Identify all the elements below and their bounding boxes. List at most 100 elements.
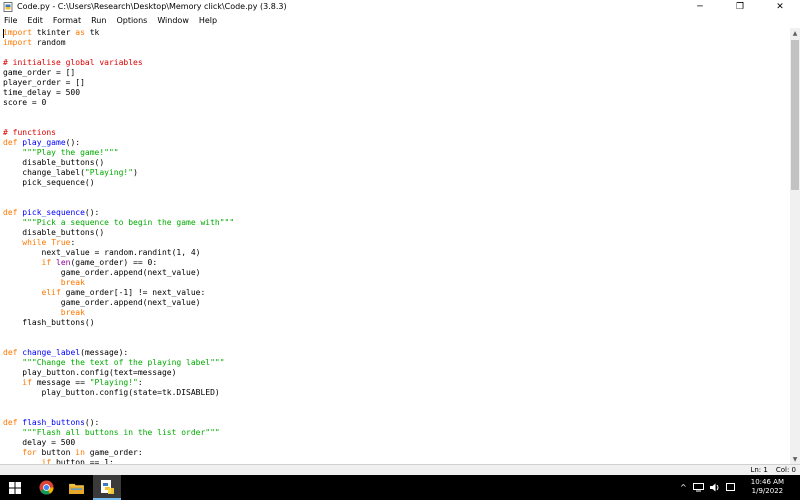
python-idle-icon[interactable]: [93, 475, 121, 500]
code-token: next_value = random.randint(1, 4): [3, 248, 201, 257]
code-line[interactable]: disable_buttons(): [3, 158, 234, 168]
network-icon[interactable]: [692, 483, 704, 492]
code-token: tkinter: [31, 28, 76, 37]
menu-format[interactable]: Format: [48, 16, 86, 25]
close-button[interactable]: ✕: [760, 0, 800, 13]
code-token: tk: [84, 28, 100, 37]
code-token: in: [75, 448, 85, 457]
code-line[interactable]: if message == "Playing!":: [3, 378, 234, 388]
code-token: elif: [41, 288, 61, 297]
code-line[interactable]: break: [3, 308, 234, 318]
notification-icon[interactable]: [725, 483, 735, 492]
code-line[interactable]: def flash_buttons():: [3, 418, 234, 428]
code-line[interactable]: [3, 198, 234, 208]
minimize-button[interactable]: ─: [680, 0, 720, 13]
scrollbar-thumb[interactable]: [791, 40, 799, 190]
code-token: break: [60, 278, 85, 287]
code-line[interactable]: elif game_order[-1] != next_value:: [3, 288, 234, 298]
code-line[interactable]: play_button.config(state=tk.DISABLED): [3, 388, 234, 398]
code-line[interactable]: def play_game():: [3, 138, 234, 148]
code-line[interactable]: [3, 108, 234, 118]
code-token: for: [22, 448, 37, 457]
menu-edit[interactable]: Edit: [22, 16, 48, 25]
clock-time: 10:46 AM: [750, 478, 784, 486]
code-line[interactable]: # initialise global variables: [3, 58, 234, 68]
code-line[interactable]: """Pick a sequence to begin the game wit…: [3, 218, 234, 228]
code-line[interactable]: play_button.config(text=message): [3, 368, 234, 378]
code-token: pick_sequence(): [3, 178, 95, 187]
code-line[interactable]: delay = 500: [3, 438, 234, 448]
code-line[interactable]: # functions: [3, 128, 234, 138]
code-line[interactable]: """Flash all buttons in the list order""…: [3, 428, 234, 438]
code-line[interactable]: if len(game_order) == 0:: [3, 258, 234, 268]
code-token: as: [75, 28, 85, 37]
code-line[interactable]: next_value = random.randint(1, 4): [3, 248, 234, 258]
code-line[interactable]: time_delay = 500: [3, 88, 234, 98]
chrome-browser-icon[interactable]: [33, 475, 59, 500]
menu-window[interactable]: Window: [152, 16, 194, 25]
windows-start-icon[interactable]: [0, 475, 30, 500]
code-line[interactable]: while True:: [3, 238, 234, 248]
code-token: game_order:: [84, 448, 143, 457]
code-token: ): [133, 168, 138, 177]
code-line[interactable]: change_label("Playing!"): [3, 168, 234, 178]
code-token: :: [137, 378, 143, 387]
code-token: pick_sequence: [22, 208, 85, 217]
code-line[interactable]: score = 0: [3, 98, 234, 108]
menu-run[interactable]: Run: [86, 16, 111, 25]
code-text[interactable]: import tkinter as tk import random # initi…: [3, 28, 234, 464]
code-line[interactable]: flash_buttons(): [3, 318, 234, 328]
code-line[interactable]: player_order = []: [3, 78, 234, 88]
clock[interactable]: 10:46 AM 1/9/2022: [751, 478, 784, 496]
code-token: score = 0: [3, 98, 47, 107]
code-line[interactable]: [3, 118, 234, 128]
code-line[interactable]: [3, 188, 234, 198]
code-line[interactable]: def change_label(message):: [3, 348, 234, 358]
code-line[interactable]: for button in game_order:: [3, 448, 234, 458]
code-line[interactable]: [3, 408, 234, 418]
code-line[interactable]: pick_sequence(): [3, 178, 234, 188]
vertical-scrollbar[interactable]: ▲ ▼: [790, 28, 800, 464]
code-line[interactable]: """Change the text of the playing label"…: [3, 358, 234, 368]
code-token: player_order = []: [3, 78, 85, 87]
code-token: "Playing!": [89, 378, 138, 387]
code-line[interactable]: [3, 328, 234, 338]
code-line[interactable]: disable_buttons(): [3, 228, 234, 238]
title-bar[interactable]: Code.py - C:\Users\Research\Desktop\Memo…: [0, 0, 800, 13]
code-token: delay = 500: [3, 438, 76, 447]
menu-bar: File Edit Format Run Options Window Help: [0, 13, 800, 27]
text-cursor: [3, 29, 4, 38]
code-token: if: [22, 378, 32, 387]
code-line[interactable]: [3, 48, 234, 58]
scroll-up-icon[interactable]: ▲: [790, 28, 800, 38]
code-token: game_order.append(next_value): [3, 298, 201, 307]
file-explorer-icon[interactable]: [63, 475, 89, 500]
code-editor[interactable]: import tkinter as tk import random # initi…: [0, 28, 790, 464]
code-line[interactable]: game_order.append(next_value): [3, 268, 234, 278]
code-line[interactable]: def pick_sequence():: [3, 208, 234, 218]
code-line[interactable]: [3, 338, 234, 348]
menu-help[interactable]: Help: [194, 16, 222, 25]
code-line[interactable]: game_order = []: [3, 68, 234, 78]
scroll-down-icon[interactable]: ▼: [790, 454, 800, 464]
code-line[interactable]: """Play the game!""": [3, 148, 234, 158]
code-line[interactable]: import random: [3, 38, 234, 48]
menu-options[interactable]: Options: [111, 16, 152, 25]
code-line[interactable]: [3, 398, 234, 408]
code-token: ():: [84, 208, 100, 217]
code-line[interactable]: game_order.append(next_value): [3, 298, 234, 308]
show-hidden-icons-icon[interactable]: ^: [680, 483, 687, 492]
maximize-button[interactable]: ❐: [720, 0, 760, 13]
code-line[interactable]: import tkinter as tk: [3, 28, 234, 38]
code-line[interactable]: break: [3, 278, 234, 288]
code-token: flash_buttons: [22, 418, 85, 427]
menu-file[interactable]: File: [0, 16, 22, 25]
code-token: break: [60, 308, 85, 317]
code-token: game_order = []: [3, 68, 76, 77]
code-token: """Flash all buttons in the list order""…: [22, 428, 220, 437]
volume-icon[interactable]: [709, 483, 720, 492]
